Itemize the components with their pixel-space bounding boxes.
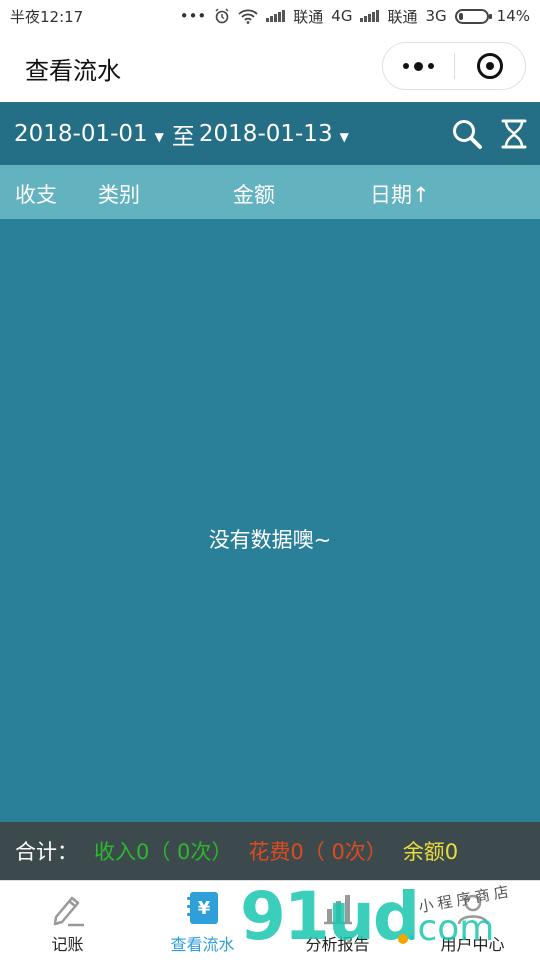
status-bar: 半夜12:17 ••• 联通 4G 联通 3G 14% (0, 0, 540, 32)
start-date-picker[interactable]: 2018-01-01 (14, 121, 148, 147)
status-time: 半夜12:17 (10, 7, 84, 26)
end-date-picker[interactable]: 2018-01-13 (199, 121, 333, 147)
tab-user-center[interactable]: 用户中心 (405, 881, 540, 960)
yen-bill-icon: ¥ (186, 892, 218, 924)
date-separator: 至 (171, 123, 195, 150)
miniprogram-capsule (382, 42, 526, 90)
user-icon (457, 894, 488, 925)
column-category[interactable]: 类别 (98, 179, 140, 209)
page-title: 查看流水 (25, 57, 121, 85)
signal-icon (266, 10, 286, 22)
close-miniprogram-button[interactable] (455, 53, 525, 79)
carrier-1: 联通 (293, 7, 324, 26)
status-indicators: ••• 联通 4G 联通 3G 14% (180, 6, 530, 27)
battery-level (458, 12, 463, 20)
hourglass-icon[interactable] (500, 118, 528, 150)
spend-total: 花费0（ 0次） (248, 840, 387, 864)
network-1: 4G (331, 7, 353, 25)
column-date-sort[interactable]: 日期↑ (370, 179, 430, 209)
balance-total: 余额0 (402, 840, 459, 864)
column-type[interactable]: 收支 (15, 179, 57, 209)
carrier-2: 联通 (387, 7, 418, 26)
caret-down-icon[interactable]: ▼ (155, 130, 164, 144)
chart-icon (323, 895, 352, 925)
network-2: 3G (425, 7, 447, 25)
search-icon[interactable] (451, 118, 483, 150)
tab-label: 用户中心 (440, 935, 505, 954)
record-list: 没有数据噢~ (0, 219, 540, 822)
tab-analysis-report[interactable]: 分析报告 (270, 881, 405, 960)
column-header: 收支 类别 金额 日期↑ (0, 165, 540, 219)
tab-label: 记账 (51, 935, 84, 954)
tab-label: 查看流水 (170, 935, 235, 954)
signal-icon (360, 10, 380, 22)
caret-down-icon[interactable]: ▼ (340, 130, 349, 144)
income-total: 收入0（ 0次） (94, 840, 233, 864)
date-filter-bar: 2018-01-01 ▼ 至 2018-01-13 ▼ (0, 102, 540, 165)
summary-label: 合计： (15, 840, 78, 864)
battery-icon (454, 8, 492, 24)
summary-bar: 合计： 收入0（ 0次） 花费0（ 0次） 余额0 (0, 822, 540, 880)
wifi-icon (238, 9, 258, 24)
tab-bookkeeping[interactable]: 记账 (0, 881, 135, 960)
empty-state-message: 没有数据噢~ (208, 528, 332, 552)
column-amount[interactable]: 金额 (233, 179, 275, 209)
battery-percent: 14% (496, 7, 530, 25)
more-menu-button[interactable] (383, 43, 454, 89)
svg-text:¥: ¥ (197, 898, 210, 919)
target-icon (477, 53, 503, 79)
pencil-icon (53, 896, 84, 927)
tab-label: 分析报告 (305, 935, 370, 954)
alarm-icon (215, 8, 229, 24)
more-dots-icon: ••• (179, 7, 207, 25)
title-bar: 查看流水 (0, 32, 540, 102)
tab-view-records[interactable]: ¥ 查看流水 (135, 881, 270, 960)
tab-bar: 记账 ¥ 查看流水 分析报告 用户中心 (0, 880, 540, 960)
